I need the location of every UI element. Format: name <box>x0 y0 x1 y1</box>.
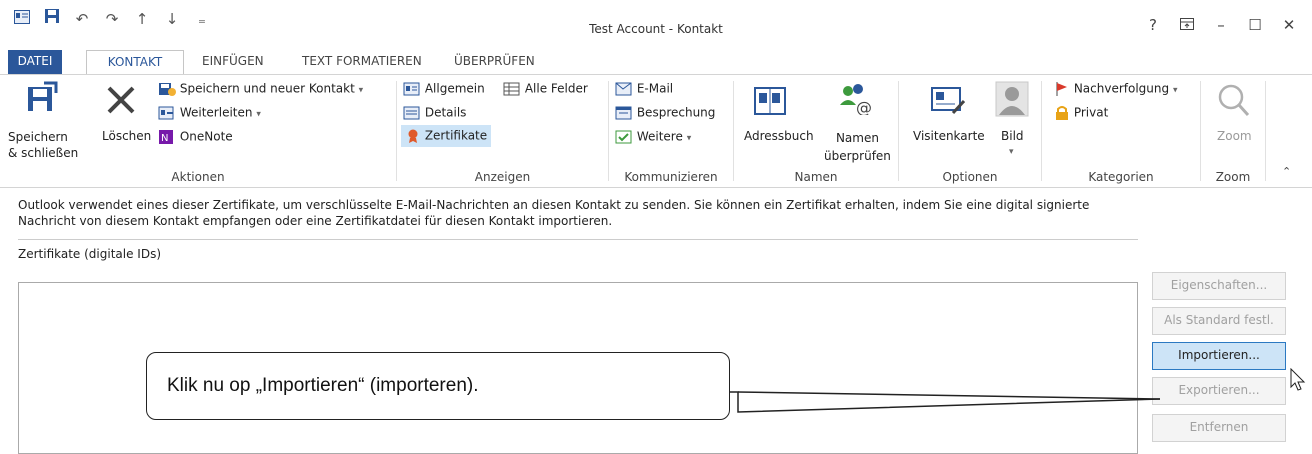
mouse-cursor-icon <box>1290 367 1306 395</box>
instruction-callout: Klik nu op „Importieren“ (importeren). <box>146 352 730 420</box>
